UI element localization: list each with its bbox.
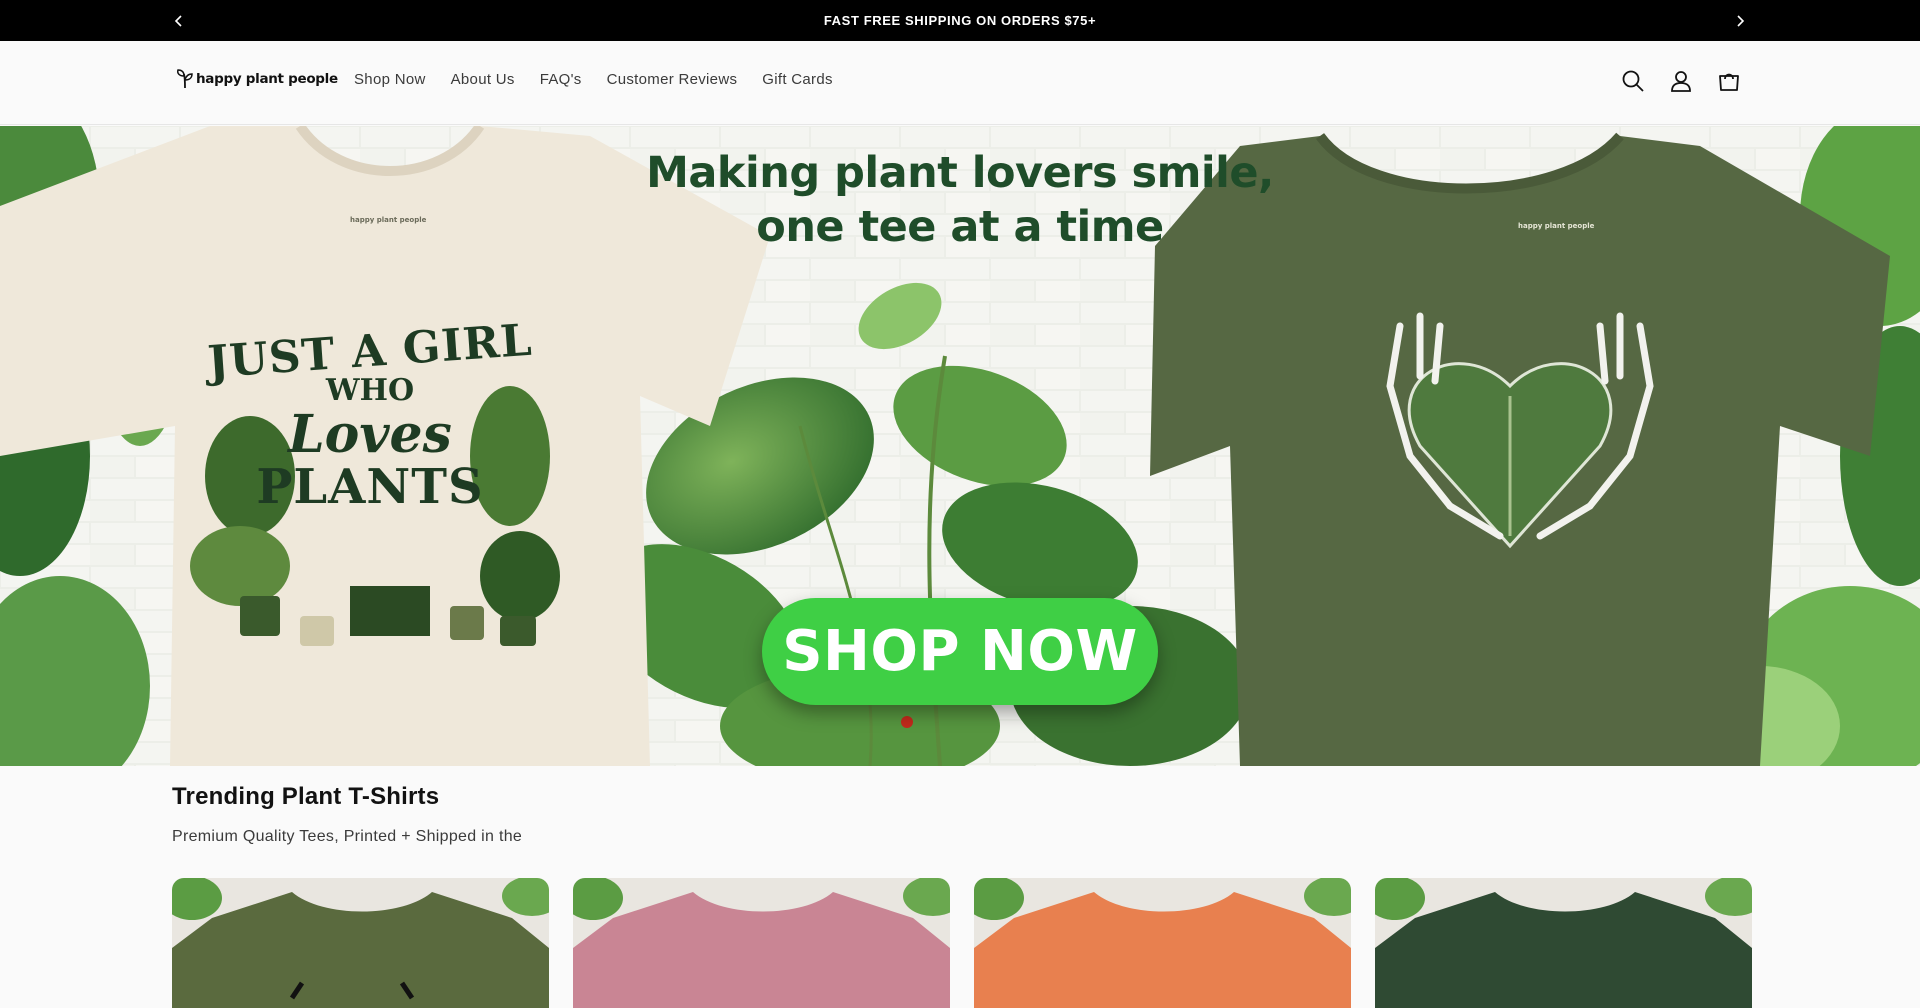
left-shirt-tag-text: happy plant people (350, 216, 427, 224)
product-grid (172, 878, 1752, 1008)
nav-about-us[interactable]: About Us (451, 71, 515, 88)
hero-banner[interactable]: happy plant people happy plant people JU… (0, 126, 1920, 766)
nav-shop-now[interactable]: Shop Now (354, 71, 426, 88)
hero-shop-now-label: SHOP NOW (782, 619, 1138, 684)
shirt-line-3: Loves (288, 404, 452, 465)
right-shirt-tag-text: happy plant people (1518, 222, 1595, 230)
announcement-prev-button[interactable] (166, 8, 192, 34)
left-shirt-graphic-text: JUST A GIRL WHO Loves PLANTS (190, 315, 550, 515)
nav-faqs[interactable]: FAQ's (540, 71, 582, 88)
product-card[interactable] (573, 878, 950, 1008)
shirt-line-4: PLANTS (256, 459, 484, 515)
product-image (974, 878, 1351, 1008)
product-image (172, 878, 549, 1008)
cart-icon (1719, 73, 1739, 91)
main-nav: Shop Now About Us FAQ's Customer Reviews… (354, 71, 833, 88)
site-header: happy plant people Shop Now About Us FAQ… (0, 41, 1920, 125)
nav-gift-cards[interactable]: Gift Cards (762, 71, 833, 88)
hero-title: Making plant lovers smile, one tee at a … (560, 146, 1360, 254)
account-button[interactable] (1668, 66, 1694, 96)
header-icons (1620, 66, 1742, 96)
plant-logo-icon (177, 69, 193, 89)
account-icon (1671, 71, 1691, 92)
logo-text: happy plant people (196, 71, 338, 87)
hero-shop-now-button[interactable]: SHOP NOW (762, 598, 1158, 705)
hero-title-line-1: Making plant lovers smile, (646, 148, 1274, 198)
nav-customer-reviews[interactable]: Customer Reviews (607, 71, 738, 88)
cart-button[interactable] (1716, 66, 1742, 96)
product-image (1375, 878, 1752, 1008)
section-title: Trending Plant T-Shirts (172, 783, 440, 810)
site-logo[interactable]: happy plant people (176, 68, 338, 90)
announcement-text: FAST FREE SHIPPING ON ORDERS $75+ (823, 13, 1097, 28)
product-card[interactable] (1375, 878, 1752, 1008)
right-shirt-tag: happy plant people (1518, 222, 1594, 230)
announcement-bar: FAST FREE SHIPPING ON ORDERS $75+ (0, 0, 1920, 41)
chevron-left-icon (174, 15, 182, 27)
search-button[interactable] (1620, 66, 1646, 96)
product-card[interactable] (172, 878, 549, 1008)
product-card[interactable] (974, 878, 1351, 1008)
chevron-right-icon (1737, 15, 1745, 27)
product-image (573, 878, 950, 1008)
search-icon (1622, 70, 1644, 92)
announcement-next-button[interactable] (1727, 8, 1753, 34)
section-subtitle: Premium Quality Tees, Printed + Shipped … (172, 828, 523, 845)
hero-title-line-2: one tee at a time (756, 202, 1164, 252)
left-shirt-tag: happy plant people (350, 216, 426, 224)
